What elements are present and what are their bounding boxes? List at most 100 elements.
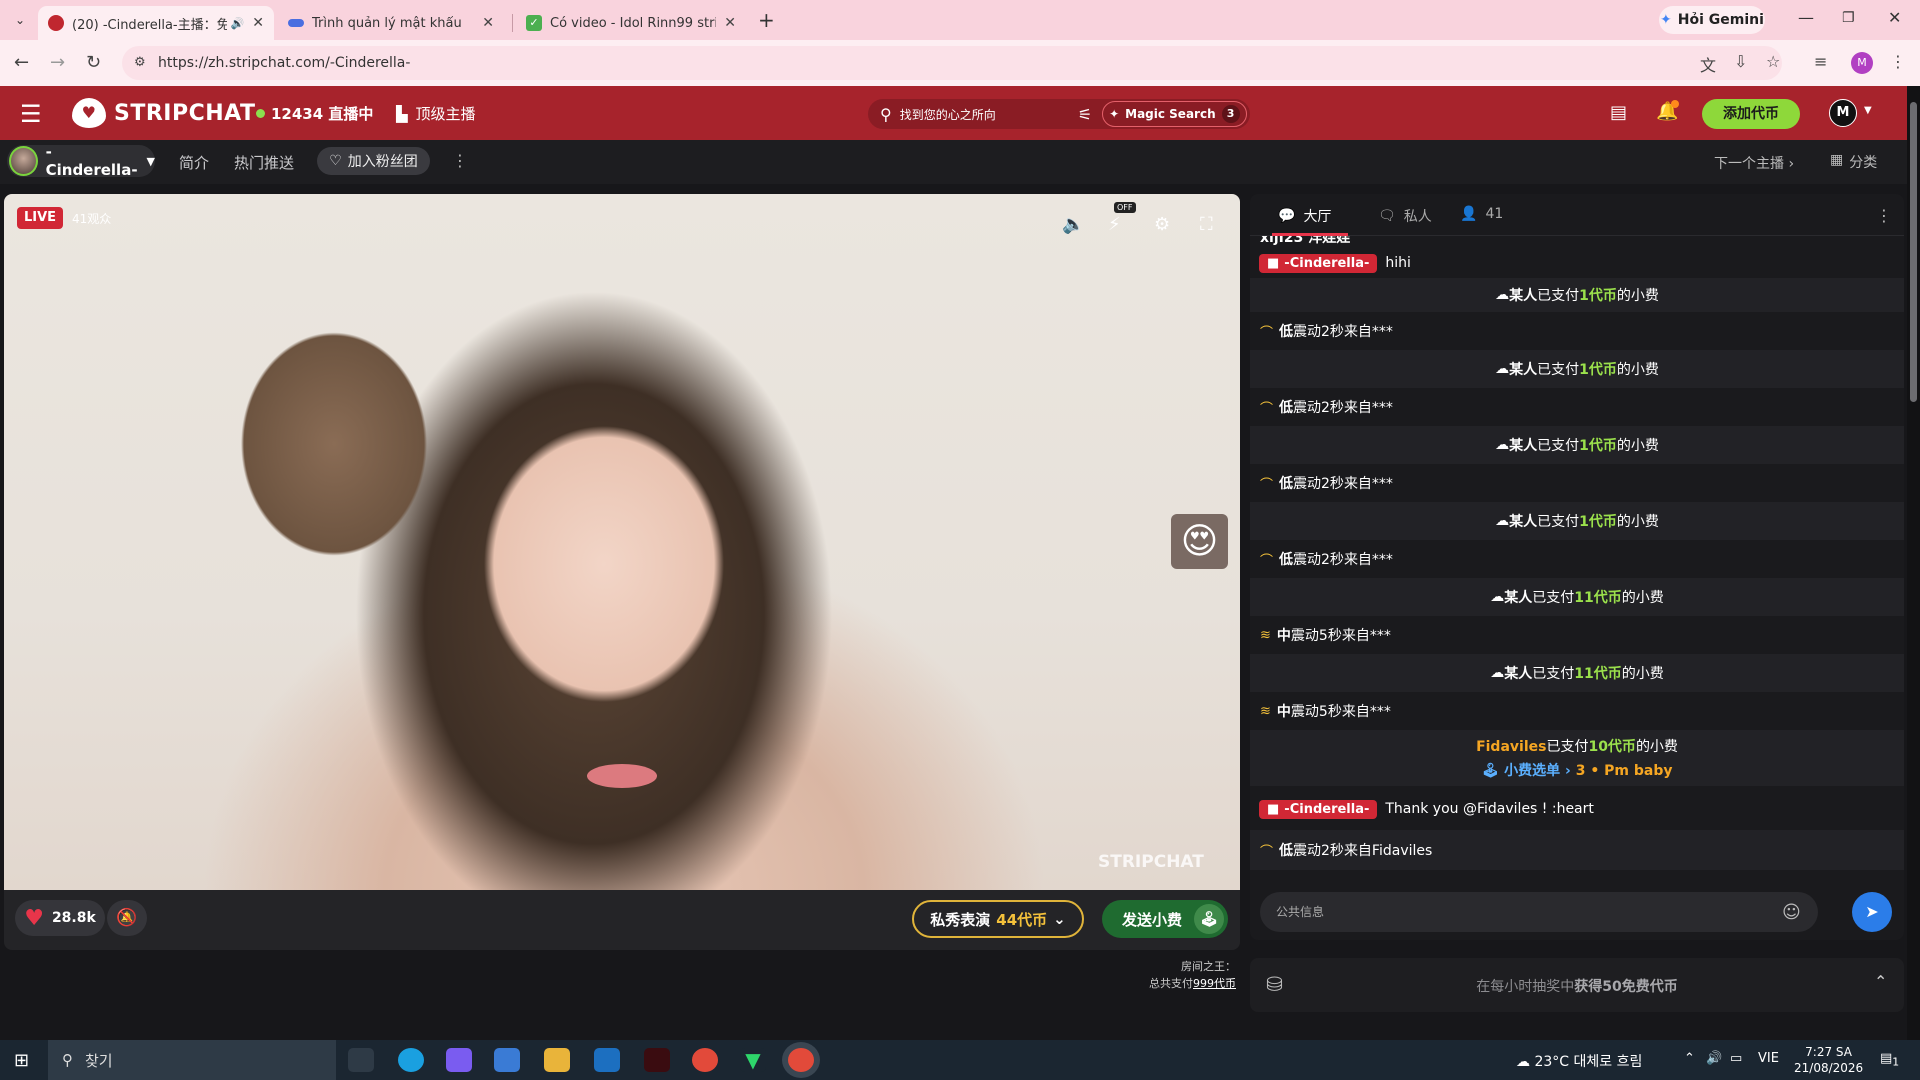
chevron-down-icon[interactable]: ▼ [1864,105,1872,116]
taskbar-clock[interactable]: 7:27 SA 21/08/2026 [1794,1044,1863,1076]
ask-gemini-button[interactable]: ✦ Hỏi Gemini [1659,6,1765,34]
notification-center-icon[interactable]: ▤1 [1880,1051,1899,1069]
send-tip-button[interactable]: 发送小费 🕹 [1102,900,1228,938]
tray-chevron-icon[interactable]: ⌃ [1684,1051,1695,1066]
browser-menu-icon[interactable]: ⋮ [1890,52,1906,71]
message-text: 的小费 [1616,438,1659,454]
search-input[interactable]: 找到您的心之所向 [900,106,1076,123]
model-selector[interactable]: -Cinderella- ▼ [7,143,155,179]
translate-icon[interactable]: 文 [1700,52,1716,76]
close-tab-icon[interactable]: ✕ [482,15,494,31]
trending-link[interactable]: 热门推送 [234,152,294,173]
file-explorer-icon[interactable] [544,1048,570,1072]
task-view-icon[interactable] [348,1048,374,1072]
profile-link[interactable]: 简介 [179,152,209,173]
chat-message-input[interactable]: 公共信息 [1260,892,1818,932]
fullscreen-icon[interactable]: ⛶ [1200,214,1213,235]
restore-icon[interactable]: ❐ [1842,10,1855,26]
magic-search-button[interactable]: ✦ Magic Search 3 [1102,101,1247,127]
new-tab-button[interactable]: + [758,8,775,32]
king-total-link[interactable]: 999代币 [1193,977,1236,990]
weather-widget[interactable]: ☁ 23°C 대체로 흐림 [1516,1051,1642,1071]
chrome-icon[interactable] [692,1048,718,1072]
tab-list-chevron-icon[interactable]: ⌄ [10,10,30,30]
send-message-button[interactable]: ➤ [1852,892,1892,932]
host-badge[interactable]: ■ -Cinderella- [1259,253,1378,273]
more-options-icon[interactable]: ⋮ [452,151,468,170]
tipper[interactable]: Fidaviles [1476,739,1546,755]
top-models-label: 顶级主播 [415,105,476,123]
settings-gear-icon[interactable]: ⚙ [1154,214,1170,235]
outlook-icon[interactable] [594,1048,620,1072]
chrome-active-icon[interactable] [788,1048,814,1072]
add-tokens-button[interactable]: 添加代币 [1702,99,1800,129]
site-info-icon[interactable]: ⚙ [134,55,146,70]
store-icon[interactable] [494,1048,520,1072]
list-item: xljI23 洋娃娃 [1250,236,1904,246]
network-icon[interactable]: ▭ [1730,1051,1742,1066]
tab-users[interactable]: 👤 41 [1460,206,1503,222]
media-controls-icon[interactable]: ≡ [1814,52,1827,71]
vibration-icon: ⌒ [1260,401,1274,417]
live-count-link[interactable]: 12434 直播中 [256,103,373,124]
tab-video[interactable]: ✓ Có video - Idol Rinn99 stripch ✕ [516,6,746,40]
tip-menu-link[interactable]: 🕹 小费选单 › [1482,763,1571,779]
message-text: 已支付 [1537,288,1580,304]
like-button[interactable]: ♥ 28.8k [15,900,105,936]
private-show-button[interactable]: 私秀表演 44代币 ⌄ [912,900,1084,938]
hamburger-menu-icon[interactable]: ☰ [20,100,42,128]
browser-profile-avatar[interactable]: M [1851,52,1873,74]
top-models-link[interactable]: ▙ 顶级主播 [396,103,476,124]
join-fan-club-button[interactable]: ♡ 加入粉丝团 [317,147,430,175]
categories-button[interactable]: ▦ 分类 [1830,152,1877,172]
magic-search-badge: 3 [1221,105,1240,123]
bookmark-star-icon[interactable]: ☆ [1766,52,1780,71]
app-red-icon[interactable] [644,1048,670,1072]
video-frame-detail [587,764,657,788]
bell-off-icon[interactable]: 🔕 [107,900,147,936]
chevron-up-icon[interactable]: ⌃ [1874,972,1887,991]
tab-lobby[interactable]: 💬 大厅 [1278,206,1331,226]
minimize-icon[interactable]: — [1798,8,1814,27]
messages-icon[interactable]: ▤ [1610,102,1627,123]
forward-icon[interactable]: → [50,52,65,73]
back-icon[interactable]: ← [14,52,29,73]
tab-stripchat[interactable]: (20) -Cinderella-主播：免费 🔊 ✕ [38,6,274,40]
copilot-icon[interactable] [446,1048,472,1072]
address-field[interactable]: ⚙ https://zh.stripchat.com/-Cinderella- [122,46,1782,80]
filter-sliders-icon[interactable]: ⚟ [1078,105,1092,124]
list-item: ⌒ 低震动2秒 来自Fidaviles [1250,830,1904,870]
app-green-icon[interactable]: ▼ [740,1048,766,1072]
close-window-icon[interactable]: ✕ [1888,8,1901,27]
vibration-level: 低 [1279,552,1294,568]
language-indicator[interactable]: VIE [1758,1051,1779,1066]
tab-password-manager[interactable]: Trình quản lý mật khẩu ✕ [278,6,504,40]
tab-private[interactable]: 🗨 私人 [1378,206,1432,226]
scrollbar-thumb[interactable] [1910,102,1917,402]
speaker-tray-icon[interactable]: 🔊 [1706,1051,1722,1066]
tipper: 某人 [1509,288,1538,304]
stripchat-logo[interactable]: ♥ STRIPCHAT [72,98,255,128]
next-model-button[interactable]: 下一个主播 › [1714,153,1794,173]
edge-icon[interactable] [398,1048,424,1072]
speaker-icon[interactable]: 🔊 [231,17,245,30]
windows-start-icon[interactable]: ⊞ [14,1050,29,1071]
close-tab-icon[interactable]: ✕ [252,15,264,31]
fan-club-label: 加入粉丝团 [347,154,418,170]
chat-more-icon[interactable]: ⋮ [1876,206,1892,225]
video-player[interactable]: LIVE 41观众 🔈 ⚡ OFF ⚙ ⛶ 😍 STRIPCHAT [4,194,1240,890]
install-app-icon[interactable]: ⇩ [1734,52,1747,71]
free-tokens-banner[interactable]: ⛁ 在每小时抽奖中获得50免费代币 ⌃ [1250,958,1904,1012]
lightning-icon[interactable]: ⚡ [1108,214,1121,235]
page-scrollbar[interactable] [1907,86,1920,1040]
volume-icon[interactable]: 🔈 [1062,214,1084,235]
taskbar-search[interactable]: ⚲ 찾기 [48,1040,336,1080]
sparkle-icon: ✦ [1109,107,1120,121]
user-avatar[interactable]: M [1829,99,1857,127]
host-badge[interactable]: ■ -Cinderella- [1259,799,1378,819]
emoji-picker-icon[interactable]: ☺ [1782,902,1801,923]
reload-icon[interactable]: ↻ [86,52,101,73]
tab-divider [512,14,513,32]
reaction-emoji-button[interactable]: 😍 [1171,514,1228,569]
close-tab-icon[interactable]: ✕ [724,15,736,31]
